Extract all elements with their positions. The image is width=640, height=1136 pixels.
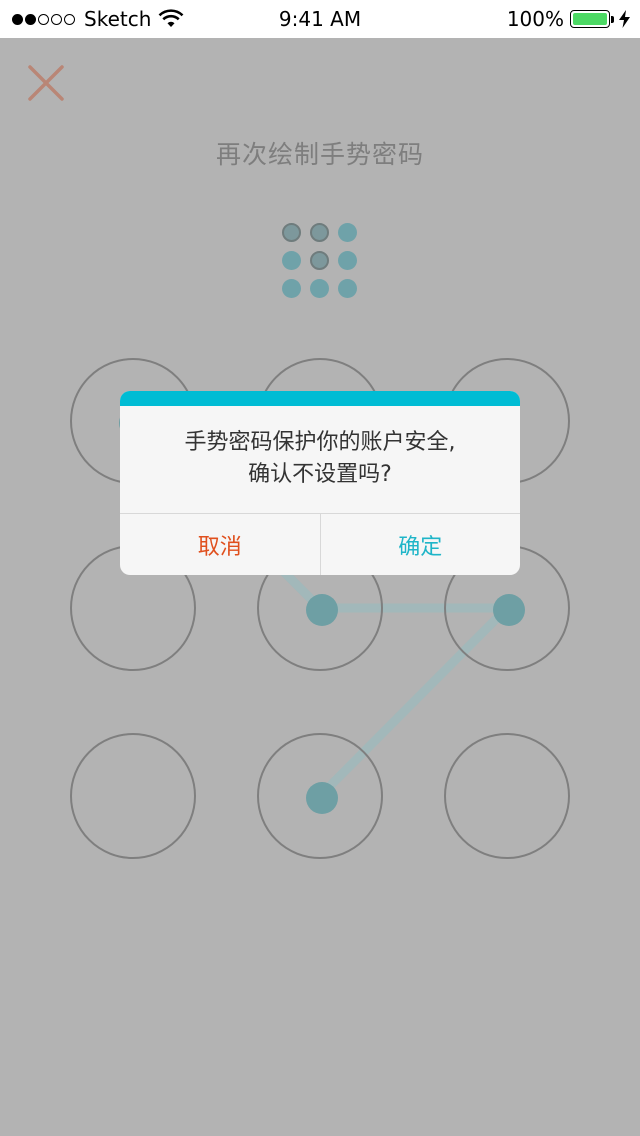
dialog-message: 手势密码保护你的账户安全, 确认不设置吗? — [120, 427, 520, 491]
confirm-button[interactable]: 确定 — [321, 514, 521, 575]
pattern-node-dot — [493, 594, 525, 626]
dialog-message-line: 手势密码保护你的账户安全, — [184, 430, 456, 455]
pattern-node-dot — [306, 594, 338, 626]
pattern-node[interactable] — [257, 733, 383, 859]
pattern-node-dot — [306, 782, 338, 814]
dialog-accent-bar — [120, 391, 520, 406]
pattern-node[interactable] — [70, 733, 196, 859]
pattern-node[interactable] — [444, 733, 570, 859]
cancel-button[interactable]: 取消 — [120, 514, 321, 575]
dialog-message-line: 确认不设置吗? — [248, 462, 392, 487]
confirm-dialog: 手势密码保护你的账户安全, 确认不设置吗? 取消 确定 — [120, 391, 520, 575]
dialog-button-row: 取消 确定 — [120, 513, 520, 575]
